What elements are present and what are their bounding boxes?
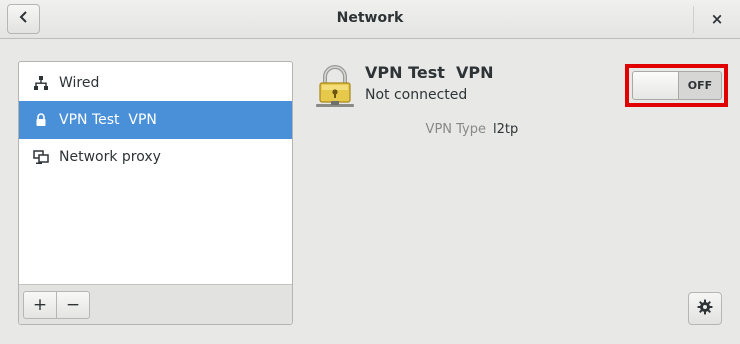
close-button[interactable]: × bbox=[700, 4, 734, 34]
remove-connection-button[interactable]: − bbox=[56, 291, 90, 319]
list-toolbar: + − bbox=[19, 284, 292, 324]
plus-icon: + bbox=[32, 295, 48, 315]
vpn-type-value: l2tp bbox=[493, 122, 519, 137]
window-title: Network bbox=[336, 10, 404, 26]
vpn-type-label: VPN Type bbox=[425, 122, 486, 137]
sidebar-item-label: Network proxy bbox=[59, 149, 161, 165]
sidebar-item-network-proxy[interactable]: Network proxy bbox=[19, 138, 292, 176]
connection-name: VPN Test VPN bbox=[365, 63, 494, 82]
sidebar-item-wired[interactable]: Wired bbox=[19, 64, 292, 102]
switch-state-label: OFF bbox=[687, 79, 713, 92]
vpn-toggle-switch[interactable]: OFF bbox=[632, 71, 722, 100]
minus-icon: − bbox=[65, 295, 81, 315]
switch-knob bbox=[633, 72, 679, 99]
add-connection-button[interactable]: + bbox=[23, 291, 57, 319]
connection-list: Wired VPN Test VPN Network proxy + − bbox=[18, 61, 293, 325]
sidebar-item-label: VPN Test VPN bbox=[59, 112, 157, 128]
gear-icon bbox=[697, 299, 713, 319]
sidebar-item-vpn[interactable]: VPN Test VPN bbox=[19, 101, 292, 139]
wired-network-icon bbox=[33, 75, 49, 91]
titlebar-separator bbox=[693, 6, 694, 33]
sidebar-item-label: Wired bbox=[59, 75, 100, 91]
vpn-icon bbox=[33, 112, 49, 128]
header-bar: Network × bbox=[0, 0, 740, 39]
vpn-lock-icon bbox=[312, 64, 358, 110]
vpn-settings-button[interactable] bbox=[688, 292, 722, 325]
network-proxy-icon bbox=[33, 149, 49, 165]
close-icon: × bbox=[710, 10, 724, 28]
connection-status: Not connected bbox=[365, 87, 468, 103]
